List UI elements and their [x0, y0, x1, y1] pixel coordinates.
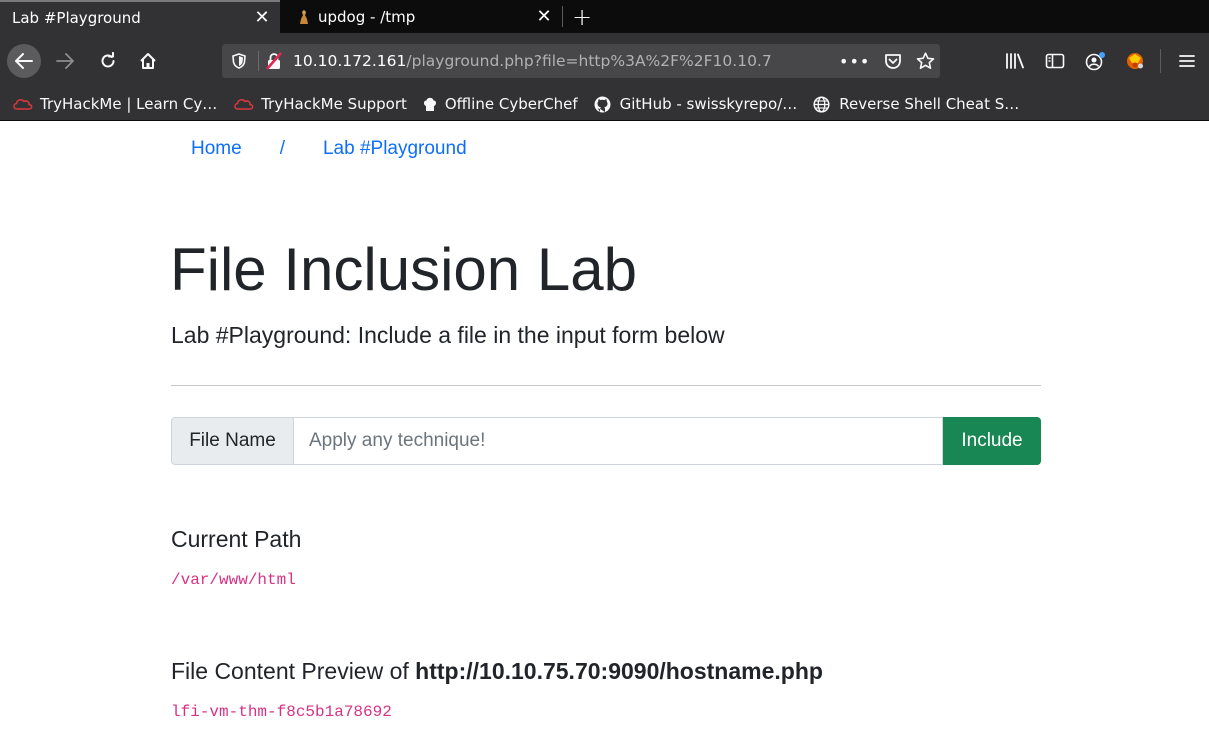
github-icon: [594, 96, 614, 112]
bookmark-label: TryHackMe Support: [261, 95, 407, 113]
include-button[interactable]: Include: [943, 417, 1041, 465]
tab-strip: Lab #Playground ✕ updog - /tmp ✕ +: [0, 0, 1209, 33]
url-text[interactable]: 10.10.172.161/playground.php?file=http%3…: [293, 52, 833, 70]
url-host: 10.10.172.161: [293, 52, 407, 70]
reload-button[interactable]: [93, 46, 123, 76]
tryhackme-icon: [12, 96, 34, 112]
reload-icon: [101, 52, 115, 68]
chef-hat-icon: [423, 96, 439, 112]
page-title: File Inclusion Lab: [170, 236, 637, 303]
url-divider: [258, 51, 259, 71]
url-bar[interactable]: 10.10.172.161/playground.php?file=http%3…: [222, 44, 940, 78]
toolbar-divider: [1160, 49, 1161, 73]
current-path-heading: Current Path: [171, 526, 302, 552]
bookmark-offline-cyberchef[interactable]: Offline CyberChef: [423, 95, 578, 113]
bookmark-github-swisskyrepo[interactable]: GitHub - swisskyrepo/…: [594, 95, 798, 113]
bookmark-label: Offline CyberChef: [444, 95, 578, 113]
breadcrumb-separator: /: [279, 138, 285, 159]
sidebar-icon[interactable]: [1044, 50, 1066, 72]
url-path: /playground.php?file=http%3A%2F%2F10.10.…: [406, 52, 772, 70]
bookmarks-toolbar: TryHackMe | Learn Cy… TryHackMe Support …: [0, 88, 1209, 121]
home-icon: [140, 53, 156, 69]
file-preview-content: lfi-vm-thm-f8c5b1a78692: [171, 703, 392, 721]
page-content: Home / Lab #Playground File Inclusion La…: [0, 122, 1209, 736]
page-actions-icon[interactable]: •••: [839, 52, 870, 71]
bookmark-reverse-shell-cheat-sheet[interactable]: Reverse Shell Cheat S…: [813, 95, 1019, 113]
file-name-label: File Name: [171, 417, 294, 465]
bookmark-label: Reverse Shell Cheat S…: [839, 95, 1020, 113]
page-subtitle: Lab #Playground: Include a file in the i…: [171, 322, 725, 348]
insecure-lock-icon[interactable]: [263, 44, 285, 78]
bookmark-tryhackme-support[interactable]: TryHackMe Support: [233, 95, 407, 113]
hamburger-menu-icon[interactable]: [1176, 50, 1198, 72]
bookmark-star-icon[interactable]: [916, 52, 935, 70]
tracking-protection-shield-icon[interactable]: [224, 44, 254, 78]
tab-lab-playground[interactable]: Lab #Playground ✕: [0, 0, 280, 33]
breadcrumb-current-link[interactable]: Lab #Playground: [323, 138, 467, 160]
file-preview-source: http://10.10.75.70:9090/hostname.php: [415, 658, 823, 684]
tab-divider: [562, 6, 563, 27]
close-tab-icon[interactable]: ✕: [526, 6, 562, 27]
current-path-value: /var/www/html: [171, 571, 296, 589]
tryhackme-icon: [233, 96, 255, 112]
file-preview-heading: File Content Preview of http://10.10.75.…: [171, 658, 823, 685]
bookmark-label: TryHackMe | Learn Cy…: [40, 95, 218, 113]
home-button[interactable]: [133, 46, 163, 76]
breadcrumb-home-link[interactable]: Home: [191, 138, 242, 160]
account-icon[interactable]: [1085, 50, 1107, 72]
file-preview-heading-prefix: File Content Preview of: [171, 658, 416, 684]
bookmark-label: GitHub - swisskyrepo/…: [619, 95, 798, 113]
foxyproxy-extension-icon[interactable]: [1124, 50, 1146, 72]
new-tab-button[interactable]: +: [568, 0, 596, 33]
divider: [171, 385, 1041, 386]
library-icon[interactable]: [1004, 50, 1026, 72]
file-name-input[interactable]: [294, 417, 943, 465]
breadcrumb: Home / Lab #Playground: [191, 138, 467, 160]
arrow-left-icon: [15, 53, 33, 69]
pocket-icon[interactable]: [884, 53, 902, 70]
back-button[interactable]: [7, 44, 41, 78]
bookmark-tryhackme-learn[interactable]: TryHackMe | Learn Cy…: [12, 95, 217, 113]
tab-title: Lab #Playground: [12, 8, 141, 27]
navigation-toolbar: 10.10.172.161/playground.php?file=http%3…: [0, 33, 1209, 88]
tab-title: updog - /tmp: [318, 7, 416, 26]
close-tab-icon[interactable]: ✕: [244, 7, 280, 28]
arrow-right-icon: [56, 53, 74, 69]
globe-icon: [813, 95, 833, 113]
updog-favicon-icon: [296, 9, 312, 25]
file-include-form: File Name Include: [171, 417, 1041, 465]
tab-updog[interactable]: updog - /tmp ✕: [282, 0, 562, 33]
forward-button[interactable]: [50, 46, 80, 76]
